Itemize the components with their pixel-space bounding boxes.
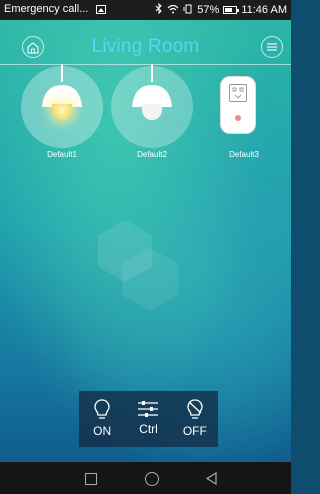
- battery-icon: [223, 6, 240, 14]
- notification-text: Emergency call...: [4, 3, 89, 15]
- bluetooth-icon: [155, 2, 163, 17]
- device-label: Default1: [47, 150, 77, 159]
- plug-indicator-light: [235, 115, 241, 121]
- clock: 11:46 AM: [241, 4, 287, 16]
- device-default2[interactable]: Default2: [111, 64, 193, 159]
- app-header: Living Room: [0, 26, 291, 66]
- plug-face: [229, 84, 247, 102]
- device-label: Default2: [137, 150, 167, 159]
- lamp-wire: [151, 64, 153, 82]
- status-bar: Emergency call... 57% 11:46 AM: [0, 0, 291, 20]
- lamp-wire: [61, 64, 63, 82]
- device-icon-circle: [21, 64, 103, 148]
- device-icon-circle: [203, 66, 285, 148]
- image-icon: [96, 4, 107, 14]
- off-label: OFF: [182, 424, 207, 438]
- nav-home-icon[interactable]: [145, 472, 159, 486]
- app-screen: Emergency call... 57% 11:46 AM Living Ro…: [0, 0, 291, 494]
- menu-icon[interactable]: [261, 36, 283, 58]
- device-label: Default3: [229, 150, 259, 159]
- header-divider: [0, 64, 291, 65]
- status-left: Emergency call...: [4, 3, 107, 15]
- lamp-bulb-off-icon: [142, 104, 162, 120]
- device-default1[interactable]: Default1: [21, 64, 103, 159]
- sliders-icon: [138, 401, 159, 417]
- ctrl-label: Ctrl: [139, 422, 158, 436]
- status-right: 57% 11:46 AM: [155, 2, 287, 17]
- ctrl-button[interactable]: Ctrl: [125, 391, 171, 447]
- system-nav-bar: [0, 462, 291, 494]
- smart-plug-icon: [220, 76, 256, 134]
- battery-percent: 57%: [197, 4, 220, 16]
- control-panel: ON Ctrl OFF: [79, 391, 218, 447]
- page-title: Living Room: [91, 36, 200, 57]
- on-label: ON: [93, 424, 112, 438]
- device-icon-circle: [111, 64, 193, 148]
- bulb-off-icon: [187, 399, 203, 419]
- hexagon-decoration: [98, 220, 178, 311]
- bulb-on-icon: [94, 399, 110, 419]
- off-button[interactable]: OFF: [172, 391, 218, 447]
- vibrate-icon: [183, 4, 193, 17]
- on-button[interactable]: ON: [79, 391, 125, 447]
- wifi-icon: [167, 4, 179, 17]
- back-icon[interactable]: [205, 471, 217, 490]
- recent-apps-icon[interactable]: [85, 473, 97, 485]
- lamp-bulb-on-icon: [52, 104, 72, 120]
- device-default3[interactable]: Default3: [203, 66, 285, 159]
